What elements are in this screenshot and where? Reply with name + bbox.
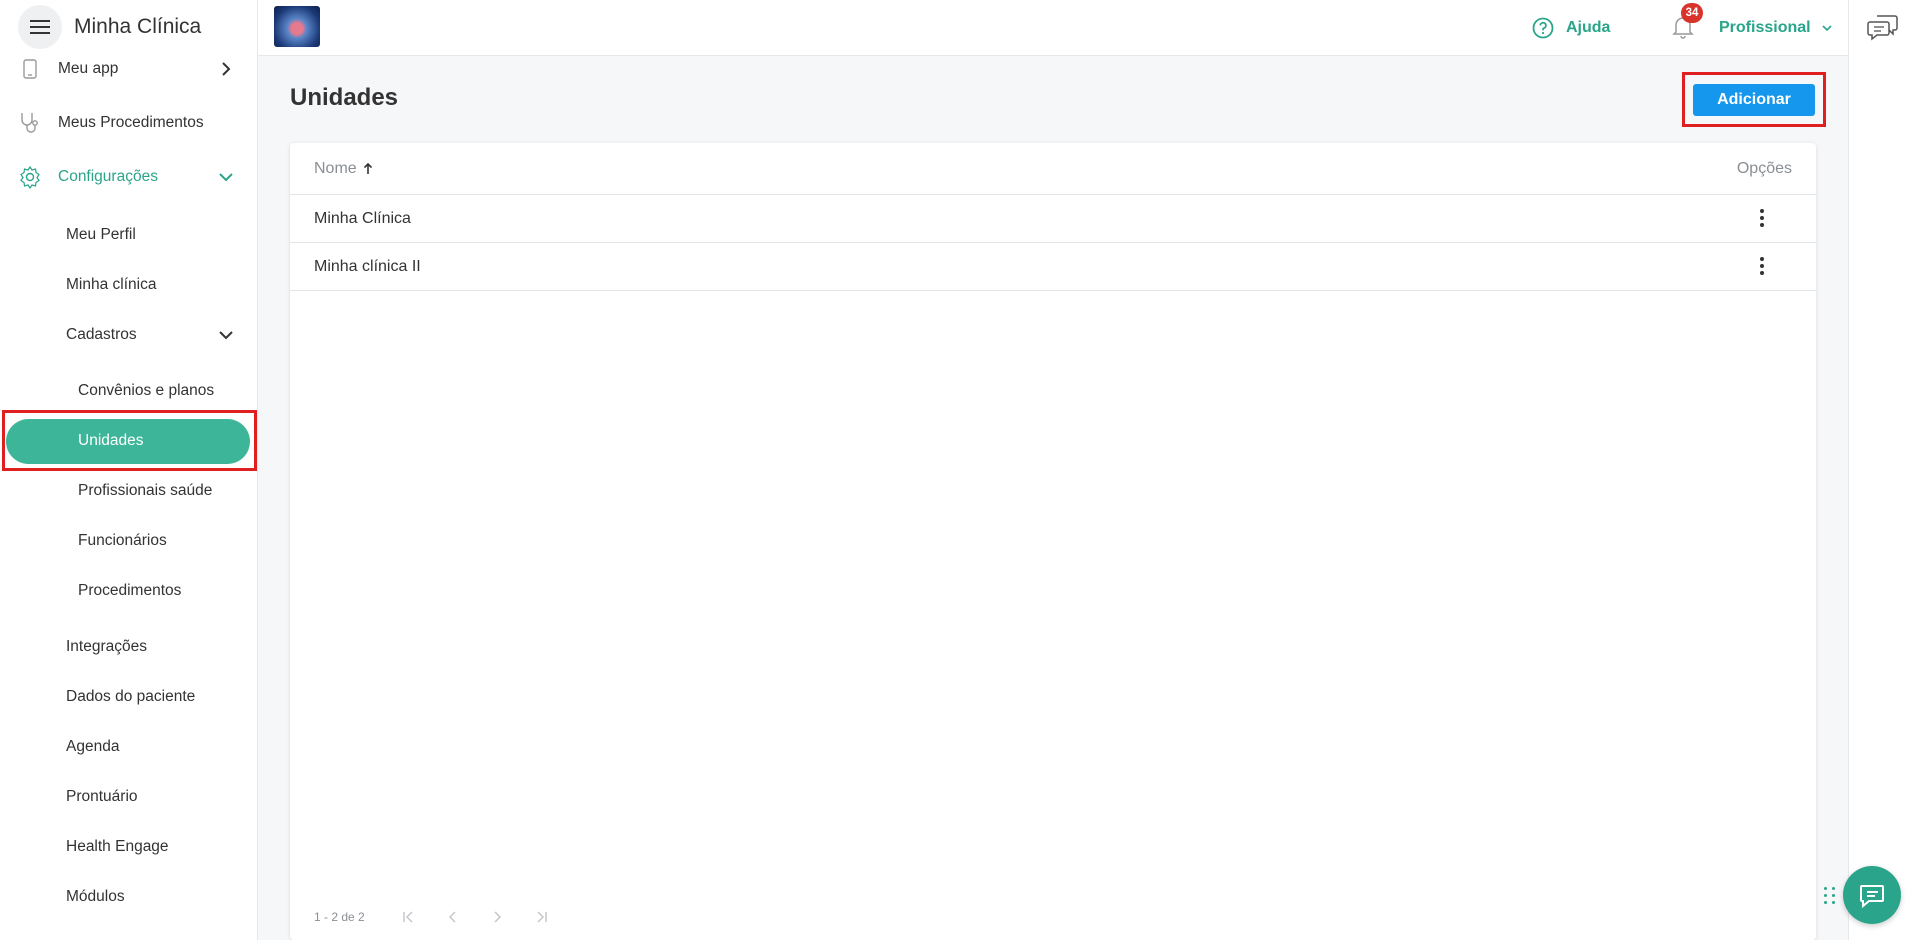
table-cell-name: Minha clínica II	[314, 258, 421, 275]
profile-menu[interactable]: Profissional	[1719, 0, 1833, 56]
sidebar-item-label: Convênios e planos	[78, 382, 215, 399]
stethoscope-icon	[18, 111, 42, 135]
column-header-options: Opções	[1736, 160, 1792, 177]
sidebar-item-health-engage[interactable]: Health Engage	[0, 835, 258, 859]
sidebar-item-configuracoes[interactable]: Configurações	[0, 164, 258, 190]
sidebar-item-funcionarios[interactable]: Funcionários	[0, 529, 258, 553]
column-header-label: Nome	[314, 160, 357, 177]
sidebar-item-label: Módulos	[66, 888, 125, 905]
sidebar-item-label: Procedimentos	[78, 582, 182, 599]
sidebar-item-label: Configurações	[58, 168, 158, 185]
sidebar-item-label: Meus Procedimentos	[58, 114, 204, 131]
more-options-icon[interactable]	[1754, 207, 1770, 229]
sidebar-item-meus-procedimentos[interactable]: Meus Procedimentos	[0, 110, 258, 136]
sidebar-item-label: Meu Perfil	[66, 226, 136, 243]
units-table: Nome Opções Minha Clínica Minha clínica …	[290, 143, 1816, 940]
sidebar-item-convenios[interactable]: Convênios e planos	[0, 379, 258, 403]
sidebar-item-integracoes[interactable]: Integrações	[0, 635, 258, 659]
chat-bubbles-icon[interactable]	[1867, 12, 1899, 42]
sidebar-item-label: Dados do paciente	[66, 688, 196, 705]
sidebar-item-label: Cadastros	[66, 326, 137, 343]
drag-handle-icon[interactable]	[1824, 887, 1836, 905]
notification-badge: 34	[1681, 3, 1703, 23]
hamburger-icon	[30, 20, 50, 34]
sidebar-item-modulos[interactable]: Módulos	[0, 885, 258, 909]
gear-icon	[18, 165, 42, 189]
table-row[interactable]: Minha Clínica	[290, 195, 1816, 243]
sidebar-item-label: Funcionários	[78, 532, 167, 549]
chevron-right-icon	[222, 62, 231, 76]
sidebar-item-label: Prontuário	[66, 788, 138, 805]
sidebar-item-dados-paciente[interactable]: Dados do paciente	[0, 685, 258, 709]
page-title: Unidades	[290, 84, 399, 111]
help-icon	[1532, 17, 1554, 39]
highlight-box-add-button	[1682, 72, 1826, 127]
help-label: Ajuda	[1566, 19, 1611, 36]
help-button[interactable]: Ajuda	[1532, 0, 1610, 56]
sidebar-item-profissionais[interactable]: Profissionais saúde	[0, 479, 258, 503]
pagination-range: 1 - 2 de 2	[314, 910, 365, 924]
sidebar-item-procedimentos[interactable]: Procedimentos	[0, 579, 258, 603]
menu-toggle-button[interactable]	[18, 5, 62, 49]
column-header-name[interactable]: Nome	[314, 160, 373, 178]
sidebar-item-agenda[interactable]: Agenda	[0, 735, 258, 759]
more-options-icon[interactable]	[1754, 255, 1770, 277]
sidebar-item-label: Meu app	[58, 60, 119, 77]
sidebar-item-meu-perfil[interactable]: Meu Perfil	[0, 223, 258, 247]
sidebar-item-label: Agenda	[66, 738, 120, 755]
chevron-down-icon	[1822, 25, 1832, 32]
sidebar-item-label: Health Engage	[66, 838, 169, 855]
previous-page-icon[interactable]	[431, 911, 475, 923]
pagination: 1 - 2 de 2	[314, 910, 563, 924]
table-header: Nome Opções	[290, 143, 1816, 195]
sidebar-item-cadastros[interactable]: Cadastros	[0, 323, 258, 347]
profile-label: Profissional	[1719, 19, 1811, 36]
highlight-box-sidebar	[2, 410, 257, 471]
sidebar-item-label: Integrações	[66, 638, 147, 655]
clinic-logo[interactable]	[274, 6, 320, 47]
first-page-icon[interactable]	[387, 911, 431, 923]
sidebar-item-minha-clinica[interactable]: Minha clínica	[0, 273, 258, 297]
sidebar-item-meu-app[interactable]: Meu app	[0, 56, 258, 82]
top-bar: Ajuda 34 Profissional	[258, 0, 1848, 56]
sidebar-item-label: Minha clínica	[66, 276, 157, 293]
sort-arrow-up-icon	[363, 163, 372, 174]
sidebar-item-prontuario[interactable]: Prontuário	[0, 785, 258, 809]
table-cell-name: Minha Clínica	[314, 210, 411, 227]
chat-button[interactable]	[1843, 866, 1901, 924]
chat-icon	[1860, 885, 1884, 909]
phone-icon	[18, 57, 42, 81]
last-page-icon[interactable]	[519, 911, 563, 923]
sidebar: Minha Clínica Meu app Meus Procedimentos…	[0, 0, 258, 940]
next-page-icon[interactable]	[475, 911, 519, 923]
sidebar-item-label: Profissionais saúde	[78, 482, 213, 499]
table-row[interactable]: Minha clínica II	[290, 243, 1816, 291]
app-title: Minha Clínica	[74, 15, 202, 38]
chevron-down-icon	[219, 173, 233, 182]
chevron-down-icon	[219, 331, 233, 340]
right-rail	[1848, 0, 1917, 940]
sidebar-header: Minha Clínica	[0, 0, 257, 54]
